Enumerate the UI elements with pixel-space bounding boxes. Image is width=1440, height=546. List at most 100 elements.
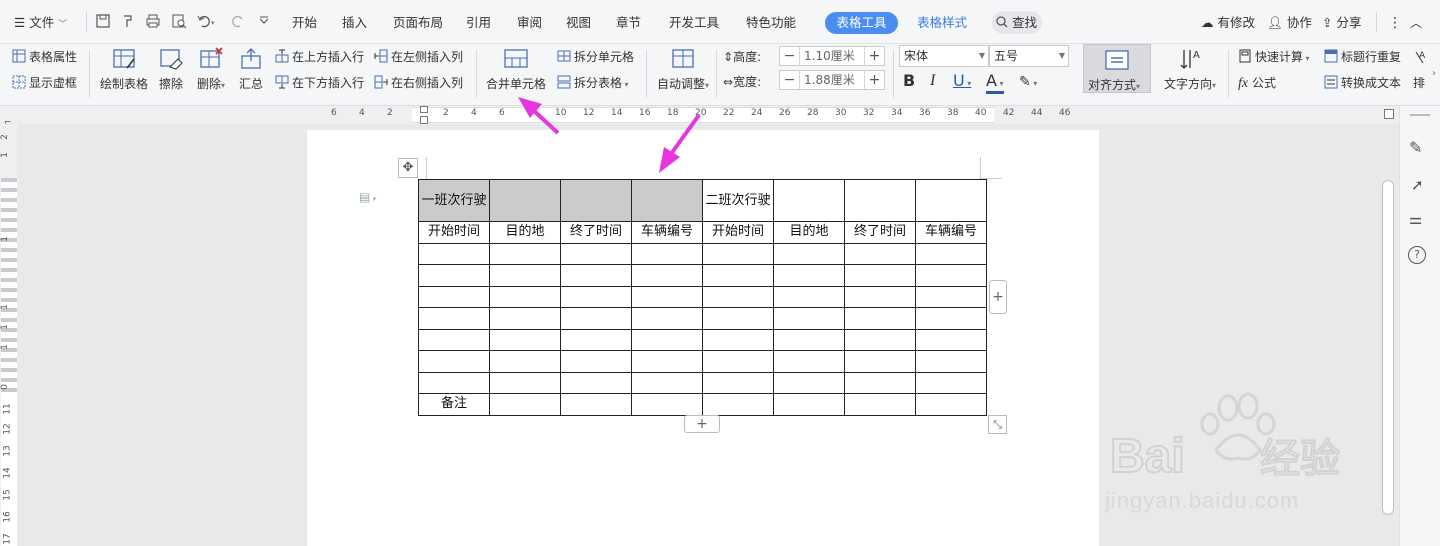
pen-icon[interactable]: ✎ [1409,138,1422,157]
tab-insert[interactable]: 插入 [342,13,367,33]
table-cell[interactable] [773,179,845,222]
table-cell[interactable] [702,350,774,373]
print-preview-icon[interactable] [170,13,188,31]
table-cell[interactable] [844,307,916,330]
customize-toolbar-icon[interactable] [255,13,273,31]
tab-selector-icon[interactable]: ⌐ [4,118,12,128]
tab-special-features[interactable]: 特色功能 [746,13,796,33]
table-cell[interactable] [631,328,703,351]
italic-button[interactable]: I [930,73,935,89]
increase-height-button[interactable]: + [864,47,884,65]
table-cell[interactable] [773,371,845,394]
quick-calc-button[interactable]: 快速计算 ▾ [1238,49,1310,67]
formula-button[interactable]: fx 公式 [1238,75,1276,92]
decrease-width-button[interactable]: − [780,71,800,89]
table-cell[interactable] [560,328,632,351]
table-cell[interactable] [631,242,703,265]
table-resize-handle-icon[interactable]: ⤡ [988,415,1007,434]
font-size-select[interactable]: 五号 ▼ [989,45,1069,67]
convert-to-text-button[interactable]: 转换成文本 [1324,75,1401,91]
paragraph-options-icon[interactable]: ▤ ▾ [359,190,376,204]
table-cell[interactable] [560,179,632,222]
table-cell[interactable] [489,371,561,394]
save-icon[interactable] [94,13,112,31]
tab-chapter[interactable]: 章节 [616,13,641,33]
width-stepper[interactable]: − 1.88厘米 + [779,70,885,90]
left-indent-marker[interactable] [420,116,428,124]
split-table-button[interactable]: 拆分表格 ▾ [557,75,629,93]
table-cell[interactable] [489,179,561,222]
table-cell[interactable] [844,350,916,373]
table-cell[interactable] [773,285,845,308]
table-cell[interactable] [489,350,561,373]
help-icon[interactable]: ? [1408,246,1426,264]
table-cell[interactable] [773,242,845,265]
sort-label-partial[interactable]: 排 [1413,75,1425,91]
table-cell[interactable] [844,393,916,416]
table-cell[interactable] [560,285,632,308]
delete-button[interactable]: 删除▾ [193,47,229,92]
table-cell[interactable] [418,328,490,351]
tab-view[interactable]: 视图 [566,13,591,33]
table-cell[interactable] [418,371,490,394]
sort-icon[interactable]: A [1413,49,1427,71]
table-cell[interactable] [915,307,987,330]
tab-developer[interactable]: 开发工具 [669,13,719,33]
share-button[interactable]: ⇪ 分享 [1322,13,1361,33]
table-cell[interactable] [418,307,490,330]
table-cell[interactable]: 终了时间 [844,221,916,244]
table-cell[interactable] [489,307,561,330]
split-cells-button[interactable]: 拆分单元格 [557,49,634,65]
undo-icon[interactable]: ▾ [196,13,218,31]
table-cell[interactable] [631,307,703,330]
insert-row-above-button[interactable]: 在上方插入行 [275,49,364,65]
table-cell[interactable] [773,350,845,373]
table-cell[interactable] [489,242,561,265]
table-cell[interactable] [702,242,774,265]
table-cell[interactable] [702,264,774,287]
table-cell[interactable] [844,328,916,351]
table-cell[interactable] [773,264,845,287]
table-cell[interactable] [702,328,774,351]
table-cell[interactable] [844,371,916,394]
table-cell[interactable] [489,285,561,308]
tab-page-layout[interactable]: 页面布局 [393,13,443,33]
table-cell[interactable] [915,371,987,394]
format-painter-icon[interactable] [119,13,137,31]
table-cell[interactable] [915,242,987,265]
font-color-button[interactable]: A ▾ [986,73,1004,94]
table-cell[interactable] [844,242,916,265]
table-cell[interactable] [418,242,490,265]
data-table[interactable]: 一班次行驶 二班次行驶 开始时间 目的地 终了时间 车辆编号 开始时间 目的地 终了时间 车辆编号… [418,179,987,416]
table-cell[interactable] [773,307,845,330]
table-cell[interactable] [489,264,561,287]
table-cell[interactable] [560,393,632,416]
table-cell[interactable] [915,264,987,287]
redo-icon[interactable] [229,13,247,31]
show-gridlines-button[interactable]: 显示虚框 [12,75,77,91]
font-name-select[interactable]: 宋体 ▼ [899,45,989,67]
collapse-ribbon-icon[interactable]: ︿ [1410,13,1422,33]
table-cell[interactable] [844,285,916,308]
insert-col-left-button[interactable]: 在左侧插入列 [374,49,463,65]
file-menu[interactable]: ☰ 文件 ﹀ [14,13,67,33]
settings-sliders-icon[interactable]: ⚌ [1409,210,1422,228]
ribbon-scroll-right-icon[interactable]: › [1432,68,1436,79]
more-options-icon[interactable]: ⋮ [1388,13,1402,33]
table-cell[interactable] [631,285,703,308]
table-cell[interactable]: 开始时间 [418,221,490,244]
summary-button[interactable]: 汇总 [236,47,266,92]
table-cell[interactable]: 车辆编号 [631,221,703,244]
horizontal-ruler[interactable]: 6 4 2 2 4 6 8 10 12 14 16 18 20 22 24 26 28 30 32 34 36 38 40 4… [0,106,1440,124]
highlight-button[interactable]: ✎ ▾ [1019,74,1037,92]
underline-button[interactable]: U ▾ [953,73,971,92]
print-icon[interactable] [144,13,162,31]
table-cell[interactable]: 目的地 [773,221,845,244]
table-cell[interactable]: 开始时间 [702,221,774,244]
table-cell[interactable]: 终了时间 [560,221,632,244]
height-stepper[interactable]: − 1.10厘米 + [779,46,885,66]
table-properties-button[interactable]: 表格属性 [12,49,77,65]
table-cell[interactable] [702,393,774,416]
table-cell[interactable] [631,179,703,222]
erase-button[interactable]: 擦除 [156,47,186,92]
